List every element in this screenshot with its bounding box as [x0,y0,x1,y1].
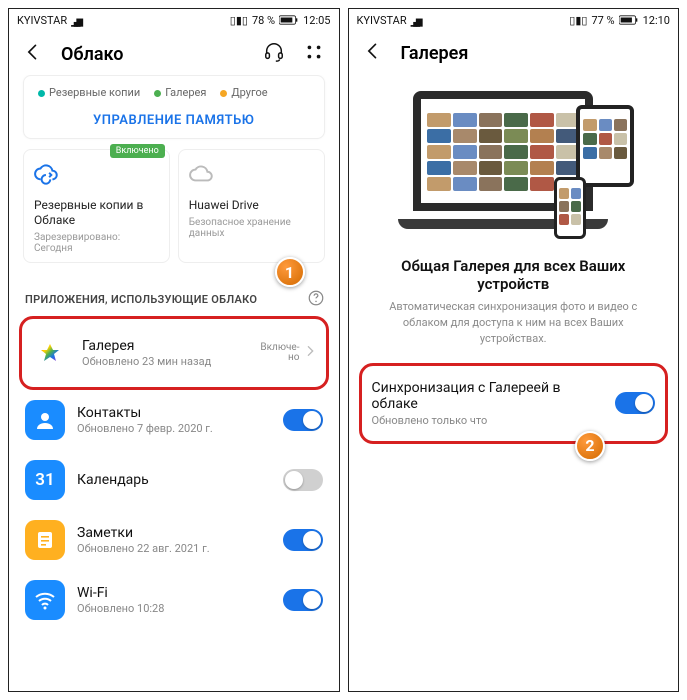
highlight-sync-row: Синхронизация с Галереей в облаке Обновл… [359,363,669,444]
storage-legend: Резервные копии Галерея Другое [34,84,314,107]
calendar-toggle[interactable] [283,469,323,491]
hero-subtitle: Автоматическая синхронизация фото и виде… [349,299,679,363]
tile-drive[interactable]: Huawei Drive Безопасное хранение данных [178,149,325,263]
highlight-gallery-row: Галерея Обновлено 23 мин назад Включе- н… [19,316,329,390]
notes-title: Заметки [77,525,271,541]
sync-row[interactable]: Синхронизация с Галереей в облаке Обновл… [364,370,664,437]
chevron-right-icon [302,343,318,363]
apps-section-label: ПРИЛОЖЕНИЯ, ИСПОЛЬЗУЮЩИЕ ОБЛАКО [25,293,257,306]
legend-backup: Резервные копии [49,86,140,99]
wifi-title: Wi-Fi [77,585,271,601]
help-icon[interactable] [307,289,325,310]
clock: 12:05 [303,14,330,27]
hero-illustration [349,73,679,251]
clock: 12:10 [643,14,670,27]
tile-drive-title: Huawei Drive [189,198,314,213]
wifi-toggle[interactable] [283,589,323,611]
contacts-sub: Обновлено 7 февр. 2020 г. [77,422,271,435]
battery-icon [619,15,639,25]
title-bar: Галерея [349,31,679,73]
app-row-gallery[interactable]: Галерея Обновлено 23 мин назад Включе- н… [24,323,324,383]
vibrate-icon: ▯▮▯ [569,14,587,27]
app-row-calendar[interactable]: 31 Календарь [19,450,329,510]
badge-enabled: Включено [110,144,165,158]
gallery-state: Включе- но [260,343,299,364]
legend-other: Другое [231,86,267,99]
app-row-wifi[interactable]: Wi-Fi Обновлено 10:28 [19,570,329,630]
wifi-app-icon [25,580,65,620]
apps-section-header: ПРИЛОЖЕНИЯ, ИСПОЛЬЗУЮЩИЕ ОБЛАКО 1 [19,275,329,316]
signal-icon: ▁▃▅ [71,14,79,27]
app-row-contacts[interactable]: Контакты Обновлено 7 февр. 2020 г. [19,390,329,450]
tile-drive-sub: Безопасное хранение данных [189,217,314,239]
carrier: KYIVSTAR [357,14,407,27]
phone-gallery: KYIVSTAR ▁▃▅ ▯▮▯ 77 % 12:10 Галерея Обща… [348,8,680,692]
contacts-title: Контакты [77,405,271,421]
calendar-day: 31 [35,470,54,490]
wifi-sub: Обновлено 10:28 [77,602,271,615]
backup-icon [34,162,159,192]
page-title: Облако [61,44,123,65]
hero-title: Общая Галерея для всех Ваших устройств [349,251,679,299]
phone-cloud: KYIVSTAR ▁▃▅ ▯▮▯ 78 % 12:05 Облако Резер… [8,8,340,692]
vibrate-icon: ▯▮▯ [230,14,248,27]
storage-card[interactable]: Резервные копии Галерея Другое УПРАВЛЕНИ… [23,75,325,139]
callout-marker-1: 1 [275,257,305,287]
page-title: Галерея [401,43,469,64]
more-icon[interactable] [303,41,325,67]
notes-toggle[interactable] [283,529,323,551]
gallery-sub: Обновлено 23 мин назад [82,355,248,368]
sync-title: Синхронизация с Галереей в облаке [372,380,606,412]
status-bar: KYIVSTAR ▁▃▅ ▯▮▯ 77 % 12:10 [349,9,679,31]
tile-backup-sub: Зарезервировано: Сегодня [34,232,159,254]
back-button[interactable] [363,41,383,65]
drive-icon [189,162,314,192]
battery-pct: 77 % [591,14,614,27]
contacts-app-icon [25,400,65,440]
battery-pct: 78 % [252,14,275,27]
notes-app-icon [25,520,65,560]
app-row-notes[interactable]: Заметки Обновлено 22 авг. 2021 г. [19,510,329,570]
gallery-content: Общая Галерея для всех Ваших устройств А… [349,73,679,691]
sync-sub: Обновлено только что [372,414,606,427]
carrier: KYIVSTAR [17,14,67,27]
back-button[interactable] [23,42,43,66]
sync-toggle[interactable] [615,392,655,414]
gallery-app-icon [30,333,70,373]
support-icon[interactable] [263,41,285,67]
calendar-app-icon: 31 [25,460,65,500]
calendar-title: Календарь [77,472,271,488]
manage-storage-button[interactable]: УПРАВЛЕНИЕ ПАМЯТЬЮ [34,107,314,130]
callout-marker-2: 2 [575,431,605,461]
gallery-title: Галерея [82,338,248,354]
battery-icon [279,15,299,25]
tile-backup-title: Резервные копии в Облаке [34,198,159,228]
status-bar: KYIVSTAR ▁▃▅ ▯▮▯ 78 % 12:05 [9,9,339,31]
contacts-toggle[interactable] [283,409,323,431]
tile-backup[interactable]: Включено Резервные копии в Облаке Зарезе… [23,149,170,263]
title-bar: Облако [9,31,339,75]
signal-icon: ▁▃▅ [411,14,419,27]
cloud-content: Резервные копии Галерея Другое УПРАВЛЕНИ… [9,75,339,691]
notes-sub: Обновлено 22 авг. 2021 г. [77,542,271,555]
legend-gallery: Галерея [165,86,206,99]
